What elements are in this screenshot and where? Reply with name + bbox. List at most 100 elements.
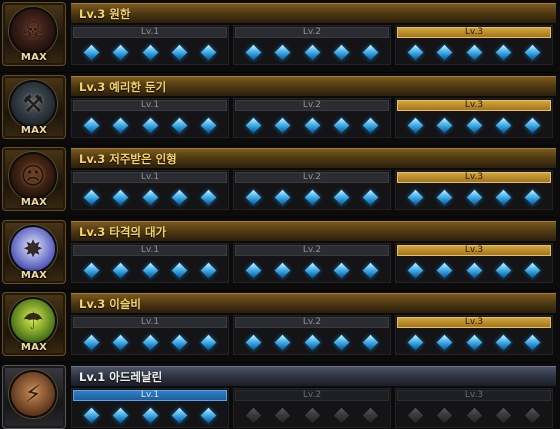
gem-active-icon	[112, 407, 129, 423]
level-label: Lv.3	[397, 317, 551, 328]
skill-title: Lv.3 예리한 둔기	[79, 80, 167, 94]
skill-title-bar: Lv.1 아드레날린	[71, 366, 556, 386]
level-label: Lv.2	[235, 317, 389, 328]
max-badge: MAX	[20, 342, 48, 353]
level-box-2[interactable]: Lv.2	[233, 388, 391, 428]
level-box-1[interactable]: Lv.1	[71, 170, 229, 210]
level-box-2[interactable]: Lv.2	[233, 25, 391, 65]
level-box-3[interactable]: Lv.3	[395, 25, 553, 65]
gem-active-icon	[200, 334, 217, 350]
skill-icon-frame[interactable]: ✸ MAX	[2, 220, 66, 284]
gem-inactive-icon	[274, 407, 291, 423]
gem-row	[402, 116, 546, 134]
gem-active-icon	[171, 117, 188, 133]
level-box-1[interactable]: Lv.1	[71, 315, 229, 355]
gem-row	[240, 116, 384, 134]
level-label: Lv.2	[235, 390, 389, 401]
level-box-1[interactable]: Lv.1	[71, 388, 229, 428]
gem-row	[240, 333, 384, 351]
level-box-3[interactable]: Lv.3	[395, 388, 553, 428]
gem-active-icon	[362, 189, 379, 205]
level-label: Lv.1	[73, 172, 227, 183]
skill-row[interactable]: ⚡ Lv.1 아드레날린 Lv.1 Lv.2 Lv.3	[0, 363, 560, 429]
level-box-1[interactable]: Lv.1	[71, 98, 229, 138]
gem-active-icon	[274, 189, 291, 205]
gem-active-icon	[200, 44, 217, 60]
gem-active-icon	[436, 44, 453, 60]
skill-icon-frame[interactable]: ☂ MAX	[2, 292, 66, 356]
gem-active-icon	[274, 117, 291, 133]
gem-active-icon	[407, 44, 424, 60]
skill-title-bar: Lv.3 타격의 대가	[71, 221, 556, 241]
level-box-3[interactable]: Lv.3	[395, 315, 553, 355]
skill-icon-frame[interactable]: ⚡	[2, 365, 66, 429]
gem-active-icon	[245, 262, 262, 278]
gem-row	[402, 333, 546, 351]
gem-active-icon	[83, 407, 100, 423]
level-box-1[interactable]: Lv.1	[71, 243, 229, 283]
gem-row	[402, 261, 546, 279]
gem-active-icon	[112, 262, 129, 278]
skill-icon-frame[interactable]: ☠ MAX	[2, 2, 66, 66]
gem-active-icon	[524, 262, 541, 278]
skill-row[interactable]: ☠ MAX Lv.3 원한 Lv.1 Lv.2 Lv.3	[0, 0, 560, 73]
gem-active-icon	[171, 189, 188, 205]
level-label: Lv.3	[397, 27, 551, 38]
gem-row	[402, 188, 546, 206]
gem-active-icon	[200, 189, 217, 205]
gem-row	[78, 333, 222, 351]
gem-active-icon	[436, 262, 453, 278]
gem-active-icon	[200, 262, 217, 278]
level-box-1[interactable]: Lv.1	[71, 25, 229, 65]
gem-row	[78, 43, 222, 61]
level-label: Lv.1	[73, 100, 227, 111]
gem-row	[78, 116, 222, 134]
gem-active-icon	[333, 44, 350, 60]
level-box-2[interactable]: Lv.2	[233, 243, 391, 283]
gem-active-icon	[304, 262, 320, 278]
gem-active-icon	[466, 334, 482, 350]
max-badge: MAX	[20, 125, 48, 136]
gem-active-icon	[274, 334, 291, 350]
gem-active-icon	[362, 44, 379, 60]
gem-active-icon	[171, 262, 188, 278]
skill-icon-frame[interactable]: ☹ MAX	[2, 147, 66, 211]
level-label: Lv.1	[73, 27, 227, 38]
skill-title-bar: Lv.3 이슬비	[71, 293, 556, 313]
skill-row[interactable]: ✸ MAX Lv.3 타격의 대가 Lv.1 Lv.2 Lv.3	[0, 218, 560, 291]
gem-row	[78, 188, 222, 206]
gem-active-icon	[466, 44, 482, 60]
gem-active-icon	[362, 262, 379, 278]
gem-active-icon	[171, 407, 188, 423]
gem-active-icon	[304, 117, 320, 133]
gem-row	[78, 406, 222, 424]
skill-title: Lv.1 아드레날린	[79, 370, 163, 384]
gem-active-icon	[524, 44, 541, 60]
gem-inactive-icon	[304, 407, 320, 423]
gem-active-icon	[304, 44, 320, 60]
level-box-2[interactable]: Lv.2	[233, 98, 391, 138]
level-label: Lv.3	[397, 172, 551, 183]
skill-icon-frame[interactable]: ⚒ MAX	[2, 75, 66, 139]
level-box-2[interactable]: Lv.2	[233, 315, 391, 355]
level-box-3[interactable]: Lv.3	[395, 98, 553, 138]
skill-row[interactable]: ⚒ MAX Lv.3 예리한 둔기 Lv.1 Lv.2 Lv.3	[0, 73, 560, 146]
gem-active-icon	[304, 189, 320, 205]
level-box-2[interactable]: Lv.2	[233, 170, 391, 210]
gem-active-icon	[142, 117, 158, 133]
level-box-3[interactable]: Lv.3	[395, 170, 553, 210]
gem-active-icon	[407, 334, 424, 350]
gem-active-icon	[495, 334, 512, 350]
skill-row[interactable]: ☹ MAX Lv.3 저주받은 인형 Lv.1 Lv.2 Lv.3	[0, 145, 560, 218]
skill-row[interactable]: ☂ MAX Lv.3 이슬비 Lv.1 Lv.2 Lv.3	[0, 290, 560, 363]
gem-inactive-icon	[245, 407, 262, 423]
level-box-3[interactable]: Lv.3	[395, 243, 553, 283]
max-badge: MAX	[20, 270, 48, 281]
gem-row	[240, 188, 384, 206]
level-label: Lv.3	[397, 245, 551, 256]
gem-active-icon	[245, 334, 262, 350]
level-label: Lv.2	[235, 27, 389, 38]
gem-active-icon	[495, 189, 512, 205]
max-badge: MAX	[20, 197, 48, 208]
gem-active-icon	[83, 334, 100, 350]
